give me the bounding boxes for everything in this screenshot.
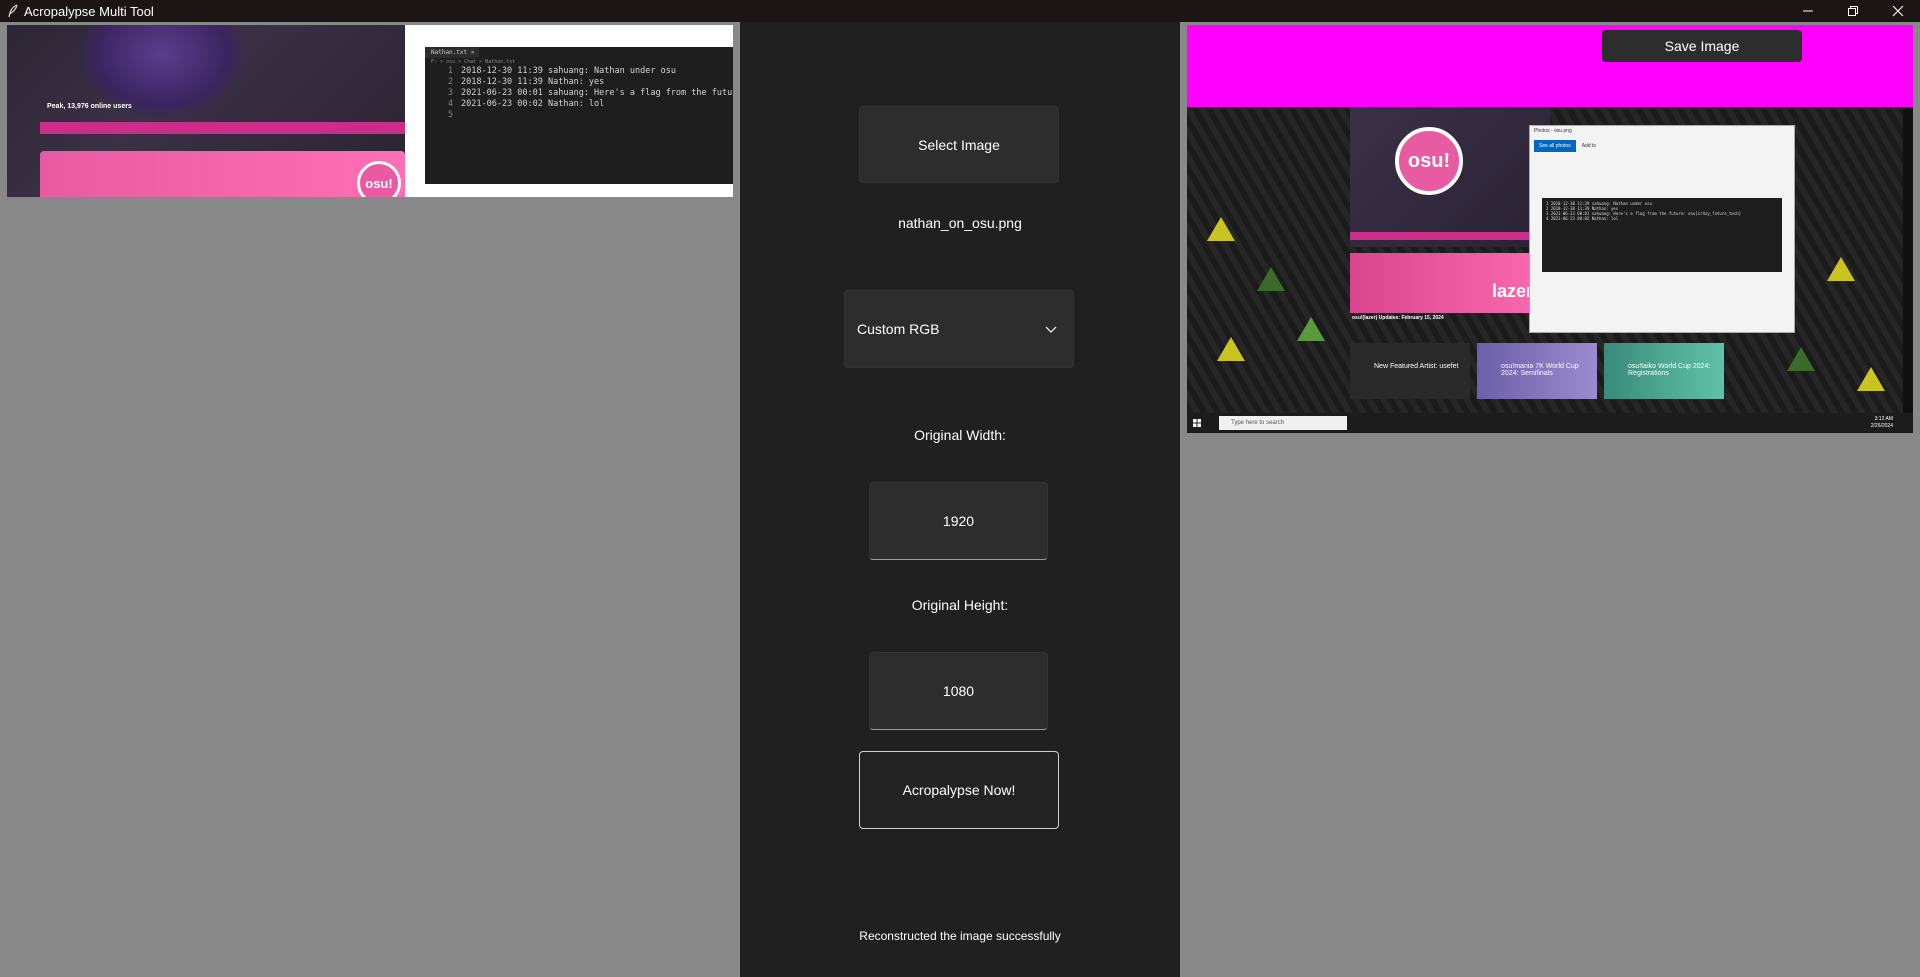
restore-button[interactable] <box>1830 0 1875 22</box>
editor-breadcrumb: F: > osu > Chat > Nathan.txt <box>431 59 516 65</box>
photos-toolbar: See all photos Add to <box>1530 138 1794 154</box>
line-text: 2018-12-30 11:39 Nathan: yes <box>461 77 605 87</box>
controls-panel: Select Image nathan_on_osu.png Custom RG… <box>740 22 1180 977</box>
reconstructed-image-preview: osu! osu! lazer up osu!(lazer) Updates: … <box>1187 25 1913 433</box>
line-number: 2 <box>447 77 453 87</box>
line-text: 2021-06-23 00:02 Nathan: lol <box>461 99 605 109</box>
line-number: 3 <box>447 88 453 98</box>
title-bar: Acropalypse Multi Tool <box>0 0 1920 22</box>
close-icon <box>1892 5 1903 17</box>
select-image-button[interactable]: Select Image <box>859 106 1059 183</box>
see-all-photos-button: See all photos <box>1534 140 1576 152</box>
line-text: 2018-12-30 11:39 sahuang: Nathan under o… <box>461 66 676 76</box>
news-tile-title: New Featured Artist: usefet <box>1374 363 1459 370</box>
selected-filename: nathan_on_osu.png <box>898 215 1022 231</box>
news-tile: osu!taiko World Cup 2024: Registrations <box>1604 343 1724 399</box>
text-editor: Nathan.txt × F: > osu > Chat > Nathan.tx… <box>425 47 733 184</box>
status-message: Reconstructed the image successfully <box>859 929 1061 943</box>
pink-banner <box>40 122 405 134</box>
minimize-icon <box>1802 10 1813 12</box>
news-tile-title: osu!mania 7K World Cup 2024: Semifinals <box>1501 363 1579 377</box>
width-field[interactable]: 1920 <box>869 482 1048 560</box>
editor-line: 1 2018-12-30 11:39 sahuang: Nathan under … <box>425 66 733 77</box>
add-to-button: Add to <box>1581 143 1597 149</box>
photos-terminal-image: 1 2018-12-30 11:39 sahuang: Nathan under… <box>1542 198 1782 272</box>
width-label: Original Width: <box>914 427 1006 443</box>
windows-start-icon <box>1193 414 1201 432</box>
app-feather-icon <box>4 2 22 20</box>
editor-area: Nathan.txt × F: > osu > Chat > Nathan.tx… <box>405 25 733 197</box>
line-number: 1 <box>447 66 453 76</box>
mode-dropdown-value: Custom RGB <box>857 321 940 337</box>
news-tile-title: osu!taiko World Cup 2024: Registrations <box>1628 363 1711 377</box>
news-tile: osu!mania 7K World Cup 2024: Semifinals <box>1477 343 1597 399</box>
osu-hero-art: osu! <box>1350 107 1550 247</box>
window-title: Acropalypse Multi Tool <box>24 3 154 19</box>
line-number: 5 <box>447 110 453 120</box>
photos-app-window: Photos - osu.png See all photos Add to 1… <box>1529 125 1795 333</box>
editor-line: 5 <box>425 110 733 121</box>
line-text: 2021-06-23 00:01 sahuang: Here's a flag … <box>461 88 733 98</box>
pink-banner <box>1350 232 1550 240</box>
original-image-preview: Peak, 13,976 online users osu! Nathan.tx… <box>7 25 733 197</box>
editor-line: 4 2021-06-23 00:02 Nathan: lol <box>425 99 733 110</box>
taskbar-clock: 3:12 AM 2/26/2024 <box>1871 416 1893 430</box>
clock-date: 2/26/2024 <box>1870 423 1893 429</box>
minimize-button[interactable] <box>1785 0 1830 22</box>
terminal-line: 4 2021-06-23 00:02 Nathan: lol <box>1546 216 1619 221</box>
pink-news-card <box>40 151 405 197</box>
editor-line: 3 2021-06-23 00:01 sahuang: Here's a flag… <box>425 88 733 99</box>
news-tile: New Featured Artist: usefet <box>1350 343 1470 399</box>
osu-website-crop: Peak, 13,976 online users osu! <box>7 25 405 197</box>
height-field[interactable]: 1080 <box>869 652 1048 730</box>
clock-time: 3:12 AM <box>1874 416 1893 422</box>
online-users-text: Peak, 13,976 online users <box>47 103 132 110</box>
news-caption: osu!(lazer) Updates: February 15, 2024 <box>1352 315 1444 321</box>
restore-icon <box>1847 6 1858 16</box>
magenta-fill-region <box>1187 25 1913 107</box>
taskbar: Type here to search 3:12 AM 2/26/2024 <box>1187 413 1913 433</box>
osu-logo: osu! <box>1395 127 1463 195</box>
reconstructed-image-panel: osu! osu! lazer up osu!(lazer) Updates: … <box>1180 22 1920 977</box>
acropalypse-now-button[interactable]: Acropalypse Now! <box>859 751 1059 829</box>
photos-title: Photos - osu.png <box>1534 128 1572 134</box>
original-image-panel: Peak, 13,976 online users osu! Nathan.tx… <box>0 22 740 977</box>
editor-line: 2 2018-12-30 11:39 Nathan: yes <box>425 77 733 88</box>
editor-tab: Nathan.txt × <box>425 47 479 58</box>
height-label: Original Height: <box>911 597 1009 613</box>
osu-logo: osu! <box>357 161 401 197</box>
line-number: 4 <box>447 99 453 109</box>
close-button[interactable] <box>1875 0 1920 22</box>
taskbar-search: Type here to search <box>1219 416 1347 430</box>
chevron-down-icon <box>1045 321 1057 339</box>
mode-dropdown[interactable]: Custom RGB <box>844 290 1074 368</box>
save-image-button[interactable]: Save Image <box>1602 30 1802 62</box>
editor-lines: 1 2018-12-30 11:39 sahuang: Nathan under … <box>425 66 733 121</box>
window-controls <box>1785 0 1920 22</box>
scrollbar <box>1903 107 1913 413</box>
